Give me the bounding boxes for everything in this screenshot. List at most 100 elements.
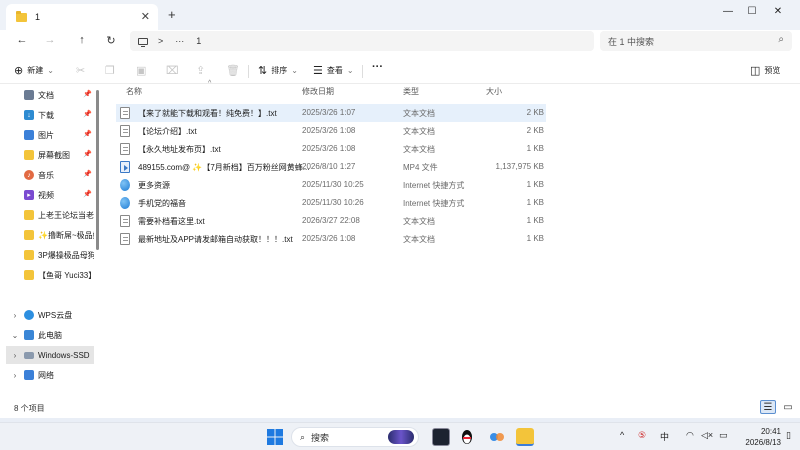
back-button[interactable]: ← xyxy=(14,34,30,46)
sidebar-item-label: 屏幕截图 xyxy=(38,150,70,160)
sidebar-item-videos[interactable]: ▸ 视频 📌 xyxy=(24,186,96,204)
qq-icon[interactable] xyxy=(458,428,476,446)
file-row[interactable]: 更多资源 2025/11/30 10:25 Internet 快捷方式 1 KB xyxy=(116,176,546,194)
file-row[interactable]: 489155.com@ ✨【7月新档】百万粉丝网黄蜂... 2026/8/10 … xyxy=(116,158,546,176)
delete-button[interactable]: 🗑 xyxy=(226,64,244,77)
copy-button[interactable]: ❐ xyxy=(105,64,119,77)
clock-time: 20:41 xyxy=(760,427,781,436)
breadcrumb-folder[interactable]: 1 xyxy=(196,36,201,46)
column-header-size[interactable]: 大小 xyxy=(486,86,502,102)
volume-muted-icon[interactable]: ◁× xyxy=(701,430,713,441)
more-options-button[interactable]: ··· xyxy=(372,61,383,73)
preview-pane-icon: ◫ xyxy=(750,65,761,77)
task-view-icon[interactable] xyxy=(432,428,450,446)
text-file-icon xyxy=(120,143,130,155)
chevron-right-icon[interactable]: › xyxy=(10,351,20,360)
wifi-icon[interactable]: ◠ xyxy=(686,430,694,441)
view-label: 查看 xyxy=(326,66,343,75)
sidebar-item-label: 下载 xyxy=(38,110,54,120)
sidebar-item-screenshots[interactable]: 屏幕截图 📌 xyxy=(24,146,96,164)
file-row[interactable]: 【论坛介绍】.txt 2025/3/26 1:08 文本文档 2 KB xyxy=(116,122,546,140)
details-view-button[interactable]: ☰ xyxy=(760,400,776,414)
taskbar-search[interactable]: ⌕ 搜索 xyxy=(291,427,419,447)
file-row[interactable]: 【来了就能下载和观看！纯免费！】.txt 2025/3/26 1:07 文本文档… xyxy=(116,104,546,122)
downloads-icon: ↓ xyxy=(24,110,34,120)
internet-shortcut-icon xyxy=(120,197,130,209)
sort-button[interactable]: ⇅ 排序 ⌄ xyxy=(258,64,298,77)
paste-button[interactable]: ▣ xyxy=(136,64,150,77)
share-button[interactable]: ⇪ xyxy=(196,64,209,77)
ime-indicator[interactable]: 中 xyxy=(660,430,669,443)
sidebar-item-pictures[interactable]: 图片 📌 xyxy=(24,126,96,144)
chevron-down-icon[interactable]: ⌄ xyxy=(10,331,20,340)
close-window-button[interactable]: ✕ xyxy=(756,0,800,22)
chevron-up-icon[interactable]: ^ xyxy=(620,430,624,440)
view-button[interactable]: ☰ 查看 ⌄ xyxy=(313,64,354,77)
forward-button[interactable]: → xyxy=(42,34,58,46)
file-type: 文本文档 xyxy=(403,235,435,244)
sidebar-item-this-pc[interactable]: ⌄ 此电脑 xyxy=(10,326,96,344)
sidebar-item-wps-cloud[interactable]: › WPS云盘 xyxy=(10,306,96,324)
share-icon: ⇪ xyxy=(196,65,206,77)
new-button[interactable]: ⊕ 新建 ⌄ xyxy=(14,64,54,77)
item-count: 8 个项目 xyxy=(14,404,45,413)
cut-button[interactable]: ✂ xyxy=(76,64,89,77)
file-size: 1 KB xyxy=(526,198,544,207)
folder-icon xyxy=(24,150,34,160)
column-header-type[interactable]: 类型 xyxy=(403,86,419,102)
file-row[interactable]: 手机党的福音 2025/11/30 10:26 Internet 快捷方式 1 … xyxy=(116,194,546,212)
preview-pane-button[interactable]: ◫ 预览 xyxy=(750,64,780,77)
paste-icon: ▣ xyxy=(136,65,147,77)
scrollbar-thumb[interactable] xyxy=(96,90,99,250)
wps-icon[interactable]: ⑤ xyxy=(638,430,646,441)
chevron-down-icon: ⌄ xyxy=(47,66,54,75)
sidebar-item-network[interactable]: › 网络 xyxy=(10,366,96,384)
sidebar-item-downloads[interactable]: ↓ 下载 📌 xyxy=(24,106,96,124)
chevron-right-icon[interactable]: › xyxy=(10,371,20,380)
file-name: 需要补档看这里.txt xyxy=(138,217,205,226)
breadcrumb-ellipsis[interactable]: ··· xyxy=(175,36,184,46)
battery-icon[interactable]: ▭ xyxy=(719,430,728,441)
status-bar: 8 个项目 ☰ ▭ xyxy=(0,398,800,418)
sidebar-item-folder[interactable]: 上老王论坛当老王 xyxy=(24,206,94,224)
video-file-icon xyxy=(120,161,130,173)
trash-icon: 🗑 xyxy=(226,65,240,77)
rename-button[interactable]: ⌧ xyxy=(166,64,183,77)
tiles-view-button[interactable]: ▭ xyxy=(780,400,796,414)
windows-logo-icon xyxy=(267,429,283,445)
up-button[interactable]: ↑ xyxy=(74,34,90,46)
chevron-right-icon[interactable]: › xyxy=(10,311,20,320)
sidebar-scrollbar[interactable] xyxy=(95,88,99,398)
tab-folder-1[interactable]: 1 ✕ xyxy=(6,4,158,30)
drive-icon xyxy=(24,351,34,359)
file-explorer-taskbar-icon[interactable] xyxy=(516,428,534,446)
file-row[interactable]: 需要补档看这里.txt 2026/3/27 22:08 文本文档 1 KB xyxy=(116,212,546,230)
sort-label: 排序 xyxy=(271,66,288,75)
refresh-button[interactable]: ↻ xyxy=(103,34,119,47)
sidebar-item-documents[interactable]: 文档 📌 xyxy=(24,86,96,104)
rename-icon: ⌧ xyxy=(166,65,179,77)
file-row[interactable]: 最新地址及APP请发邮箱自动获取！！！.txt 2025/3/26 1:08 文… xyxy=(116,230,546,248)
app-icon[interactable] xyxy=(488,428,506,446)
sidebar-item-music[interactable]: ♪ 音乐 📌 xyxy=(24,166,96,184)
folder-icon xyxy=(16,10,27,22)
notification-icon[interactable]: ▯ xyxy=(786,430,791,441)
search-input[interactable]: 在 1 中搜索 ⌕ xyxy=(600,31,792,51)
sidebar-item-windows-ssd[interactable]: › Windows-SSD xyxy=(6,346,94,364)
address-bar[interactable]: > ··· 1 xyxy=(130,31,594,51)
file-date: 2026/8/10 1:27 xyxy=(302,162,356,171)
file-size: 1 KB xyxy=(526,216,544,225)
text-file-icon xyxy=(120,215,130,227)
clock[interactable]: 20:41 2026/8/13 xyxy=(737,426,781,448)
sidebar-item-folder[interactable]: 3P爆操极品母狗3 xyxy=(24,246,94,264)
sidebar-item-folder[interactable]: ✨撸断屌~极品媚 xyxy=(24,226,94,244)
new-tab-button[interactable]: + xyxy=(168,7,176,22)
file-list: 名称 ^ 修改日期 类型 大小 【来了就能下载和观看！纯免费！】.txt 202… xyxy=(108,80,800,398)
start-button[interactable] xyxy=(266,428,284,446)
close-tab-icon[interactable]: ✕ xyxy=(141,10,150,23)
column-header-name[interactable]: 名称 xyxy=(126,86,142,102)
sidebar-item-folder[interactable]: 【鱼哥 Yuci33】 xyxy=(24,266,94,284)
text-file-icon xyxy=(120,233,130,245)
column-header-date[interactable]: 修改日期 xyxy=(302,86,334,102)
file-row[interactable]: 【永久地址发布页】.txt 2025/3/26 1:08 文本文档 1 KB xyxy=(116,140,546,158)
